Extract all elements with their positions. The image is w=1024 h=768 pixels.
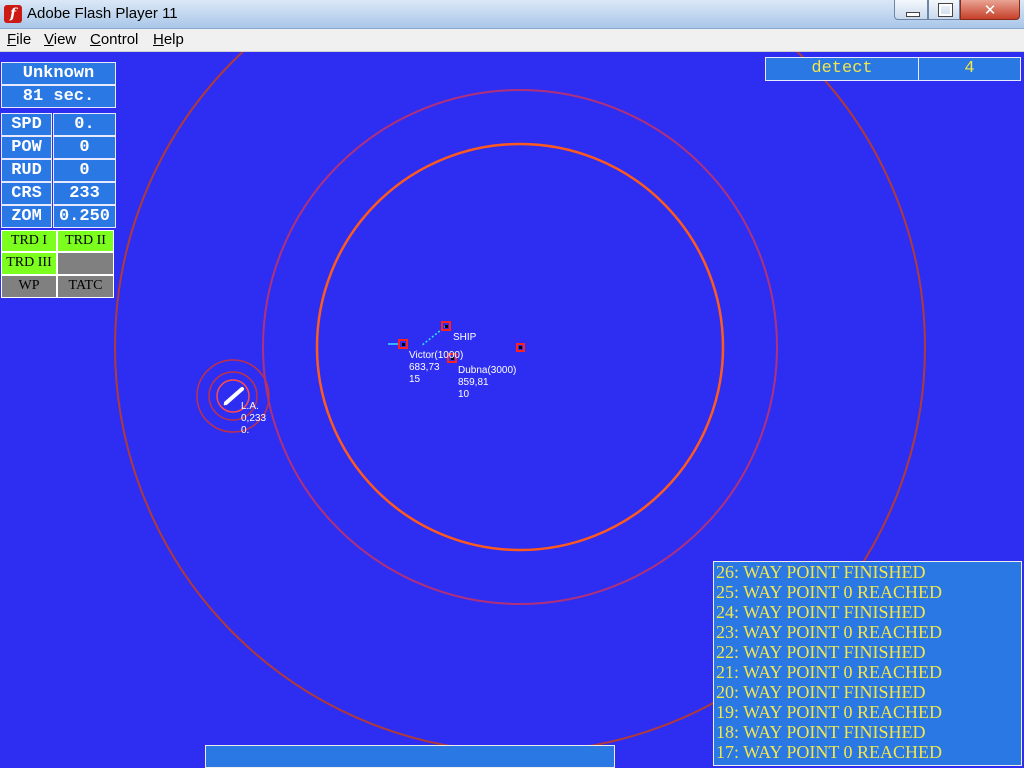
minimize-button[interactable] [894, 0, 928, 20]
ship-marker-dot [445, 325, 448, 328]
victor-marker-dot [402, 343, 405, 346]
readout-label-spd: SPD [1, 113, 52, 136]
contact-range: 683,73 [409, 362, 440, 373]
readout-label-rud: RUD [1, 159, 52, 182]
log-line: 26: WAY POINT FINISHED [716, 562, 926, 582]
detect-label: detect [765, 57, 919, 81]
contact-name: L.A. [241, 401, 259, 412]
title-bar: f Adobe Flash Player 11 [0, 0, 1024, 29]
contact-label-victor: Victor(1000) 683,73 15 [409, 350, 463, 386]
readout-label-pow: POW [1, 136, 52, 159]
readout-value-crs: 233 [53, 182, 116, 205]
log-line: 22: WAY POINT FINISHED [716, 642, 926, 662]
elapsed-time: 81 sec. [1, 85, 116, 108]
log-line: 25: WAY POINT 0 REACHED [716, 582, 943, 602]
target-status: Unknown [1, 62, 116, 85]
radar-stage[interactable]: SHIP Victor(1000) 683,73 15 Dubna(3000) … [0, 52, 1024, 768]
log-line: 24: WAY POINT FINISHED [716, 602, 926, 622]
maximize-button[interactable] [928, 0, 960, 20]
detect-count: 4 [918, 57, 1021, 81]
log-line: 17: WAY POINT 0 REACHED [716, 742, 943, 762]
menu-control[interactable]: Control [90, 31, 138, 48]
contact-name: Victor(1000) [409, 350, 464, 361]
flash-logo-icon: f [4, 5, 22, 23]
event-log: 26: WAY POINT FINISHED 25: WAY POINT 0 R… [713, 561, 1022, 766]
contact-label-dubna: Dubna(3000) 859,81 10 [458, 365, 516, 401]
mode-button-wp[interactable]: WP [1, 275, 57, 298]
readout-label-zom: ZOM [1, 205, 52, 228]
log-line: 23: WAY POINT 0 REACHED [716, 622, 943, 642]
readout-value-zom: 0.250 [53, 205, 116, 228]
menu-view[interactable]: View [44, 31, 76, 48]
contact-speed: 15 [409, 374, 421, 385]
readout-value-pow: 0 [53, 136, 116, 159]
message-bar [205, 745, 615, 768]
contact-range: 859,81 [458, 377, 489, 388]
log-line: 19: WAY POINT 0 REACHED [716, 702, 943, 722]
contact-speed: 10 [458, 389, 470, 400]
menu-help[interactable]: Help [153, 31, 184, 48]
mode-button-trd-1[interactable]: TRD I [1, 230, 57, 252]
submarine-icon[interactable] [223, 387, 244, 406]
log-line: 20: WAY POINT FINISHED [716, 682, 926, 702]
menu-bar: File View Control Help [0, 29, 1024, 52]
window-title: Adobe Flash Player 11 [27, 5, 178, 22]
mode-button-empty[interactable] [57, 252, 114, 275]
contact-label-la: L.A. 0,233 0. [241, 401, 266, 437]
log-line: 18: WAY POINT FINISHED [716, 722, 926, 742]
contact-bearing: 0,233 [241, 413, 267, 424]
contact-name: Dubna(3000) [458, 365, 517, 376]
mode-button-trd-3[interactable]: TRD III [1, 252, 57, 275]
readout-value-rud: 0 [53, 159, 116, 182]
menu-file[interactable]: File [7, 31, 31, 48]
readout-label-crs: CRS [1, 182, 52, 205]
mode-button-tatc[interactable]: TATC [57, 275, 114, 298]
mode-button-trd-2[interactable]: TRD II [57, 230, 114, 252]
readout-value-spd: 0. [53, 113, 116, 136]
close-button[interactable] [960, 0, 1020, 20]
contact-label-ship: SHIP [453, 332, 476, 344]
contact-speed: 0. [241, 425, 250, 436]
contact-name: SHIP [453, 332, 477, 343]
log-line: 21: WAY POINT 0 REACHED [716, 662, 943, 682]
unknown-contact-dot [519, 346, 522, 349]
